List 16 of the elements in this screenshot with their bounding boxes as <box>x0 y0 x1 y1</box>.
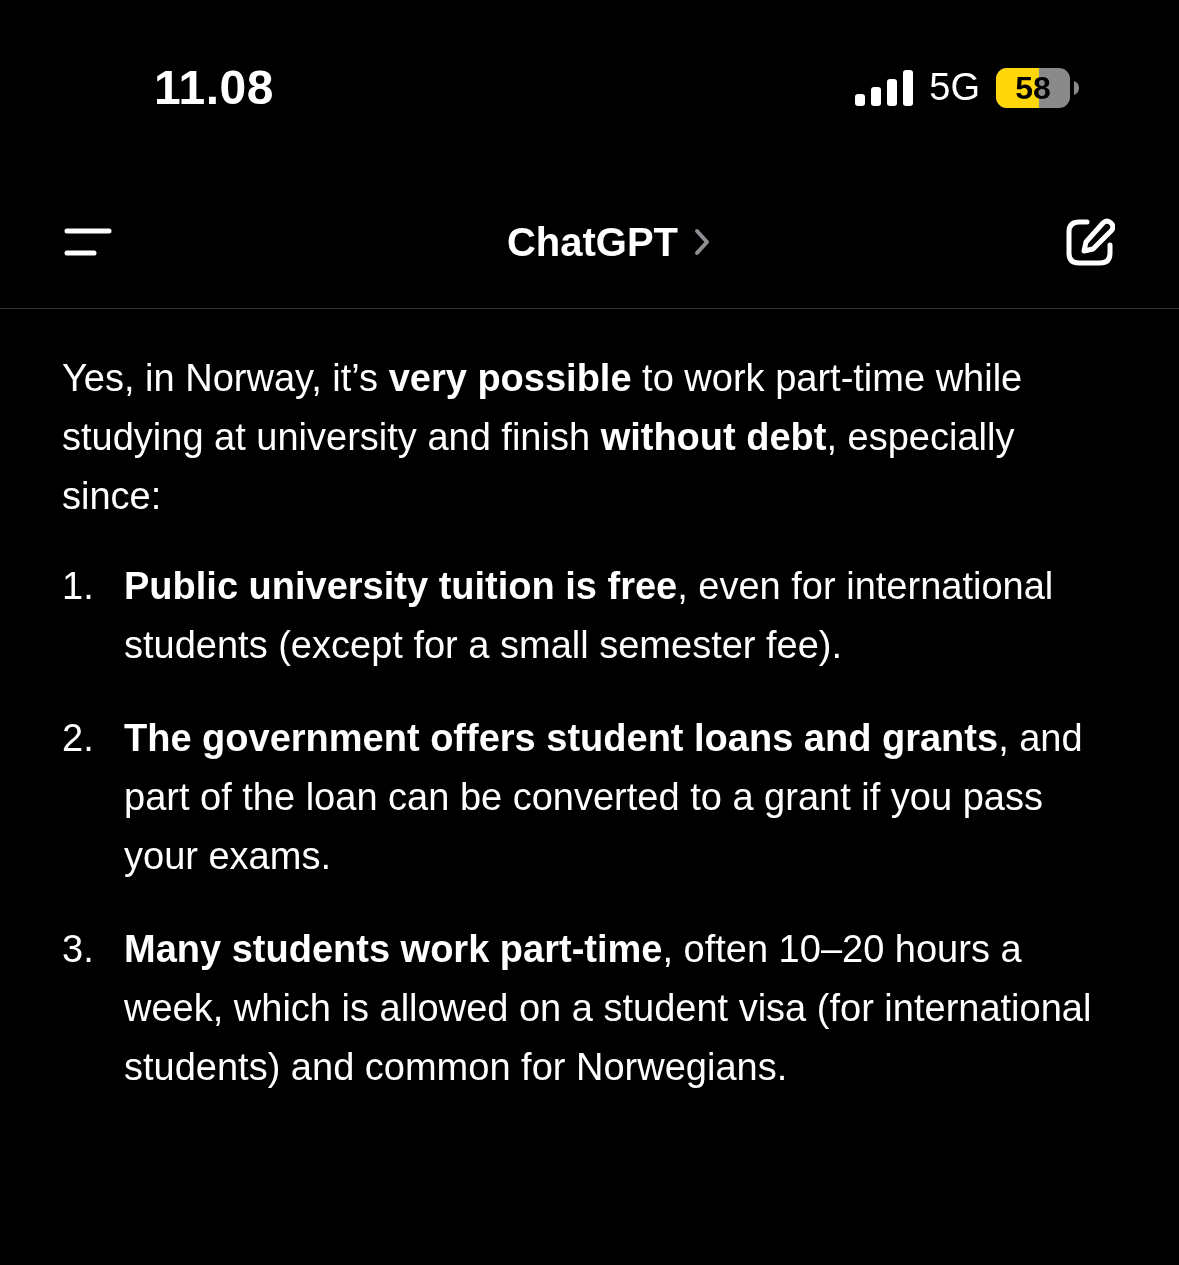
network-label: 5G <box>929 65 980 110</box>
message-paragraph: Yes, in Norway, it’s very possible to work part-time while studying at university and finish without debt, especially since: <box>62 356 1024 519</box>
battery-tip-icon <box>1074 80 1079 95</box>
signal-icon <box>855 69 914 106</box>
list-item-text: Public university tuition is free, even for international students (except for a small semester fee). <box>124 564 1055 668</box>
clock-time: 11.08 <box>154 59 274 116</box>
battery-percentage: 58 <box>1015 68 1051 108</box>
list-number: 3. <box>62 927 95 972</box>
list-number: 1. <box>62 564 95 609</box>
list-item-text: Many students work part-time, often 10–20 hours a week, which is allowed on a student visa (for international students) and common for Norwegians. <box>124 927 1093 1090</box>
list-item-text: The government offers student loans and grants, and part of the loan can be converted to a grant if you pass your exams. <box>124 716 1084 879</box>
list-number: 2. <box>62 716 95 761</box>
new-chat-icon[interactable] <box>1065 216 1115 267</box>
menu-icon[interactable] <box>64 226 112 257</box>
chat-title[interactable]: ChatGPT <box>506 211 679 272</box>
chevron-right-icon[interactable] <box>694 227 711 256</box>
